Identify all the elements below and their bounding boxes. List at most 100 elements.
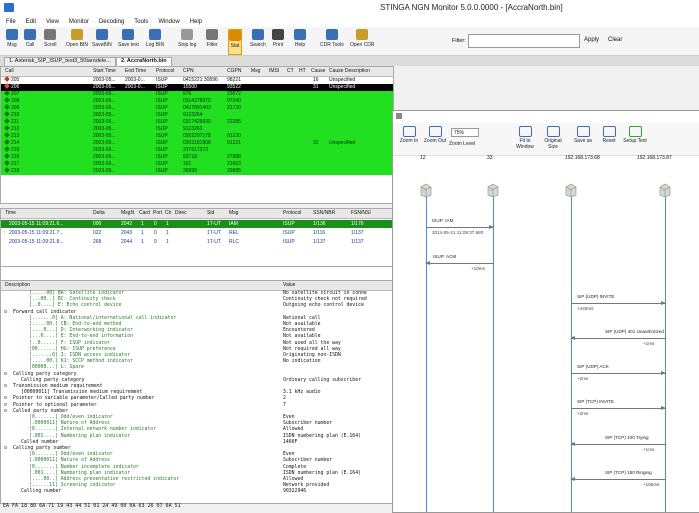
message-label[interactable]: SIP (UDP) 401 Unauthorized [605,329,664,334]
col-sid[interactable]: Sid [207,210,214,216]
apply-button[interactable]: Apply [584,37,599,43]
col-start-time[interactable]: Start Time [93,68,116,74]
call-row[interactable]: 207 2003-05... ISUP 576 23672 [1,90,393,98]
col-msgtype[interactable]: Msg [229,210,238,216]
toolbar-button-stop-log[interactable]: Stop log [178,29,196,53]
ladder-button-save-as[interactable]: Save as [571,126,595,144]
call-row[interactable]: 208 2003-05... ISUP 0314278970 97240 [1,97,393,105]
menu-help[interactable]: Help [190,19,202,25]
call-row[interactable]: 209 2003-05... ISUP 0427891403 21720 [1,104,393,112]
message-row[interactable]: ↑ 2003-05-15 11:09:21.7... 022 2043 1 0 1 1T-UT… [1,229,393,237]
decode-row[interactable]: [..0.....] F: ISUP indicator Not used all… [1,341,393,347]
decode-row[interactable]: ⊟ Calling party category [1,372,393,378]
server-icon[interactable] [564,183,578,198]
collapse-toggle-icon[interactable]: ⊟ [4,396,7,402]
toolbar-button-open-bin[interactable]: Open BIN [66,29,88,53]
toolbar-button-open-cdr[interactable]: Open CDR [350,29,374,53]
decode-row[interactable]: [.001....] Numbering plan indicator ISDN … [1,471,393,477]
call-row[interactable]: 213 2003-05... ISUP 0302297178 91220 [1,132,393,140]
message-label[interactable]: SIP (UDP) INVITE [577,294,614,299]
collapse-toggle-icon[interactable]: ⊟ [4,446,7,452]
toolbar-button-msg[interactable]: Msg [6,29,18,53]
message-row[interactable]: 2003-05-15 11:09:21.6... 000 2042 1 0 1 1T-UT I… [1,220,393,228]
ladder-button-zoom-in[interactable]: Zoom In [397,126,421,144]
message-arrow[interactable] [571,371,666,375]
ladder-button-fit-to-window[interactable]: Fit to Window [511,126,539,150]
toolbar-button-scroll[interactable]: Scroll [44,29,57,53]
message-arrow[interactable] [426,225,494,229]
ladder-button-reset[interactable]: Reset [597,126,621,144]
message-label[interactable]: SIP (UDP) ACK [577,364,609,369]
ladder-button-original-size[interactable]: Original Size [541,126,565,150]
clear-button[interactable]: Clear [608,37,622,43]
call-row[interactable]: 216 2003-05... ISUP 53718 27888 [1,153,393,161]
col-ht[interactable]: HT [299,68,306,74]
collapse-toggle-icon[interactable]: ⊟ [4,403,7,409]
decode-row[interactable]: [...0....] E: End-to-end information Not … [1,334,393,340]
decode-row[interactable]: Called number 1466F [1,440,393,446]
col-protocol2[interactable]: Protocol [283,210,301,216]
menu-view[interactable]: View [46,19,59,25]
decode-row[interactable]: [00000...] L: Spare [1,365,393,371]
call-row[interactable]: 212 2003-05... ISUP 9123263 [1,125,393,133]
menu-file[interactable]: File [6,19,16,25]
call-row[interactable]: 210 2003-05... ISUP 9123264 [1,111,393,119]
decode-row[interactable]: [..0....] E: Echo control device Outgoing… [1,303,393,309]
call-row[interactable]: 205 2003-05... 2003-0... ISUP 0415221 30896 9… [1,76,393,84]
toolbar-button-help[interactable]: Help [294,29,306,53]
col-cause-description[interactable]: Cause Description [329,68,370,74]
call-row[interactable]: 211 2003-05... ISUP 0317429939 22285 [1,118,393,126]
col-end-time[interactable]: End Time [125,68,146,74]
zoom-level-select[interactable]: 75% [451,128,479,137]
col-direc[interactable]: Direc [175,210,187,216]
toolbar-button-stat[interactable]: Stat [228,29,242,55]
decode-row[interactable]: [0.......] Internal network number indic… [1,427,393,433]
toolbar-button-search[interactable]: Search [250,29,266,53]
toolbar-button-log-bin[interactable]: Log BIN [146,29,164,53]
col-cpn[interactable]: CPN [183,68,194,74]
col-msgn[interactable]: MsgN [121,210,134,216]
menu-monitor[interactable]: Monitor [69,19,89,25]
toolbar-button-cdr-tools[interactable]: CDR Tools [320,29,344,53]
col-imsi[interactable]: IMSI [269,68,279,74]
message-label[interactable]: ISUP: IAM [432,218,453,223]
col-call[interactable]: Call [5,68,14,74]
col-fsn[interactable]: FSN/NSI [351,210,371,216]
message-arrow[interactable] [571,406,666,410]
decode-row[interactable]: [0.......] Number incomplete indicator Co… [1,465,393,471]
col-ct[interactable]: CT [287,68,294,74]
message-arrow[interactable] [570,442,665,446]
decode-row[interactable]: ⊟ Forward call indicator [1,310,393,316]
call-row[interactable]: 215 2003-05... ISUP 237617372 [1,146,393,154]
col-cause[interactable]: Cause [311,68,325,74]
filter-input[interactable] [468,34,580,48]
ladder-button-zoom-out[interactable]: Zoom Out [423,126,447,144]
message-label[interactable]: ISUP: ACM [433,254,456,259]
server-icon[interactable] [419,183,433,198]
decode-row[interactable]: ⊟ Called party number [1,409,393,415]
call-row[interactable]: 217 2003-05... ISUP 161 21663 [1,160,393,168]
menu-tools[interactable]: Tools [134,19,148,25]
decode-row[interactable]: [.......0] A: National/international cal… [1,316,393,322]
message-label[interactable]: SIP (TCP) INVITE [577,399,614,404]
decode-row[interactable]: Calling party category Ordinary calling s… [1,378,393,384]
decode-row[interactable]: Calling number 90322946 [1,489,393,495]
message-label[interactable]: SIP (TCP) 180 Ringing [605,470,652,475]
toolbar-button-print[interactable]: Print [272,29,284,53]
col-value[interactable]: Value [283,282,295,288]
col-ch[interactable]: Ch [165,210,171,216]
toolbar-button-savebin[interactable]: SaveBIN [92,29,112,53]
message-arrow[interactable] [570,477,665,481]
message-row[interactable]: 2003-05-15 11:09:21.8... 268 2044 1 0 1 1T-UT R… [1,238,393,246]
toolbar-button-call[interactable]: Call [24,29,36,53]
decode-row[interactable]: ⊟ Pointer to optional parameter 7 [1,403,393,409]
toolbar-button-save-text[interactable]: Save text [118,29,139,53]
col-description[interactable]: Description [5,282,30,288]
message-arrow[interactable] [570,336,665,340]
col-cgpn[interactable]: CGPN [227,68,241,74]
collapse-toggle-icon[interactable]: ⊟ [4,384,7,390]
call-row[interactable]: 214 2003-05... ISUP 0303181808 91221 31 Unspec… [1,139,393,147]
col-delta[interactable]: Delta [93,210,105,216]
menu-edit[interactable]: Edit [26,19,36,25]
toolbar-button-filter[interactable]: Filter [206,29,218,53]
